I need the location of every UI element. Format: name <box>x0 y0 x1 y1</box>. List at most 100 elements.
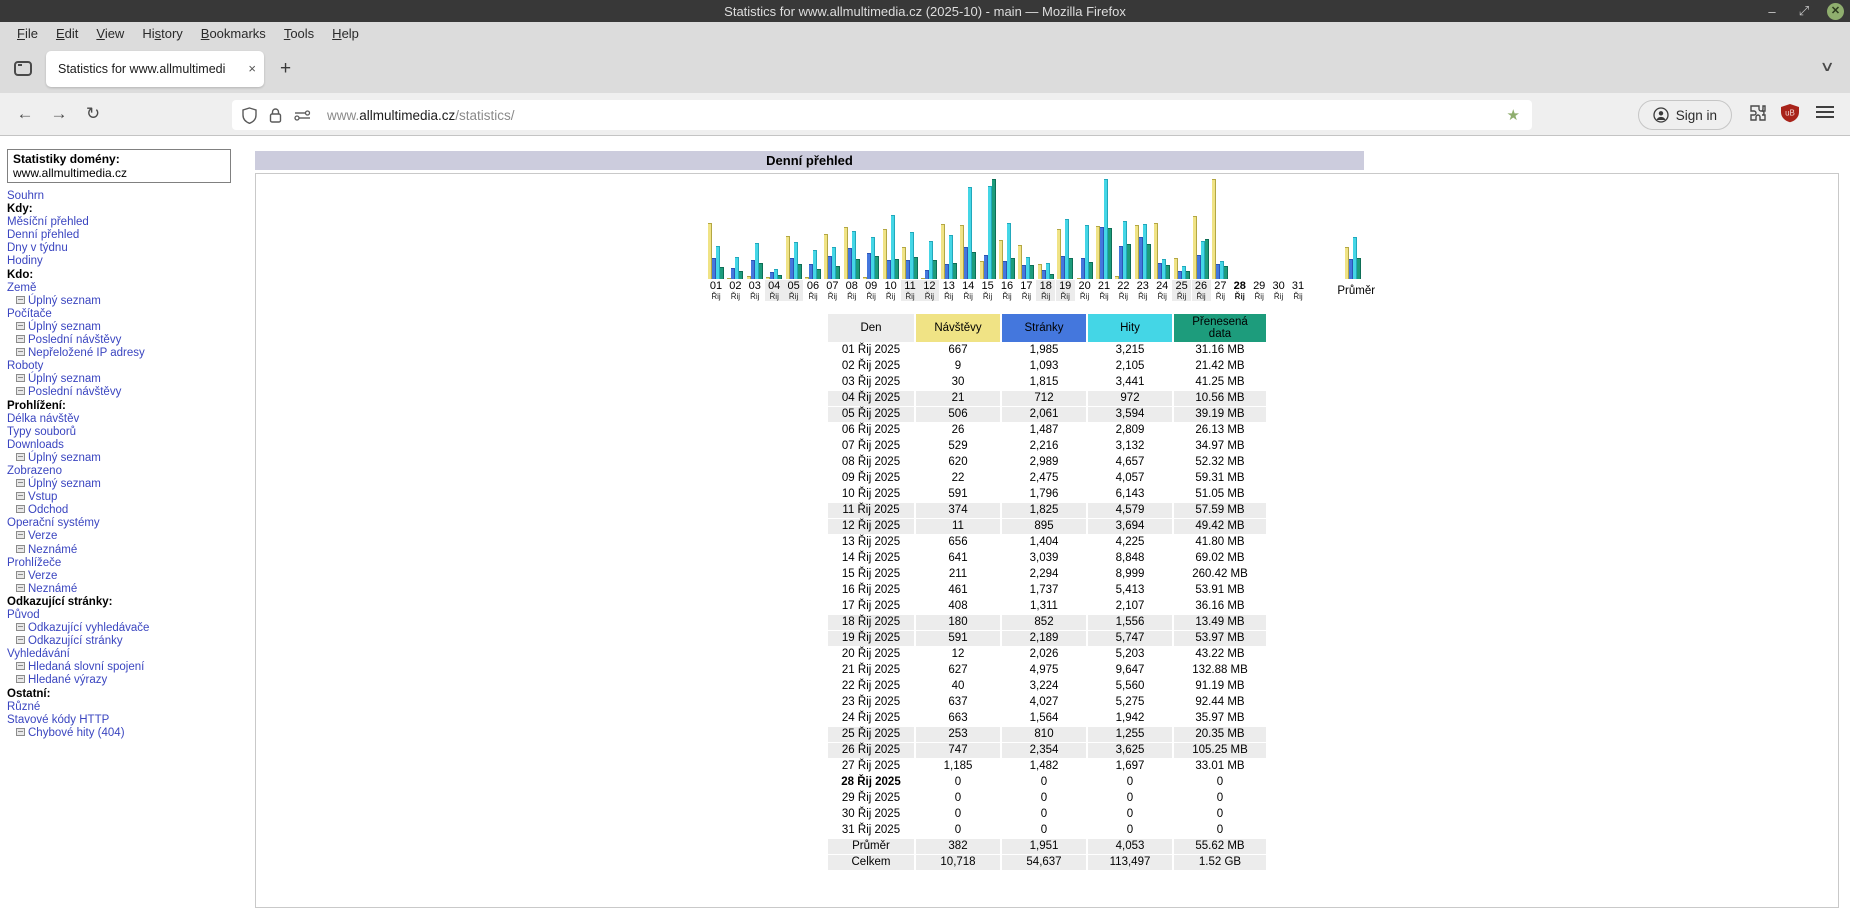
minimize-button[interactable]: – <box>1763 4 1781 19</box>
sidebar-link[interactable]: Verze <box>7 530 252 543</box>
sidebar-section-header: Prohlížení: <box>7 400 252 413</box>
sidebar-link[interactable]: Úplný seznam <box>7 295 252 308</box>
extensions-puzzle-icon[interactable] <box>1748 103 1768 123</box>
table-cell: 3,625 <box>1088 743 1172 758</box>
sidebar-link[interactable]: Úplný seznam <box>7 478 252 491</box>
sidebar-link[interactable]: Vstup <box>7 491 252 504</box>
sidebar-link[interactable]: Souhrn <box>7 190 252 203</box>
bar-group <box>727 177 744 279</box>
menu-history[interactable]: History <box>133 24 191 43</box>
table-cell: 211 <box>916 567 1000 582</box>
sidebar-link[interactable]: Typy souborů <box>7 426 252 439</box>
day-label: 26Řij <box>1192 280 1211 301</box>
lock-icon[interactable] <box>269 107 282 124</box>
table-cell: 69.02 MB <box>1174 551 1266 566</box>
table-cell: 19 Řij 2025 <box>828 631 914 646</box>
sidebar-link[interactable]: Nepřeložené IP adresy <box>7 347 252 360</box>
sidebar-link[interactable]: Země <box>7 282 252 295</box>
back-button[interactable]: ← <box>8 104 42 124</box>
sidebar-link[interactable]: Měsíční přehled <box>7 216 252 229</box>
reload-button[interactable]: ↻ <box>76 104 110 124</box>
sidebar-link[interactable]: Stavové kódy HTTP <box>7 714 252 727</box>
table-cell: 2,475 <box>1002 471 1086 486</box>
table-cell: 30 <box>916 375 1000 390</box>
sidebar-link[interactable]: Úplný seznam <box>7 452 252 465</box>
table-cell: 11 Řij 2025 <box>828 503 914 518</box>
sidebar-link[interactable]: Operační systémy <box>7 517 252 530</box>
sidebar-link[interactable]: Downloads <box>7 439 252 452</box>
sidebar-link[interactable]: Délka návštěv <box>7 413 252 426</box>
forward-button[interactable]: → <box>42 104 76 124</box>
list-icon <box>16 675 25 683</box>
table-cell: 1,985 <box>1002 343 1086 358</box>
url-bar[interactable]: www.allmultimedia.cz/statistics/ ★ <box>232 100 1532 130</box>
table-cell: 14 Řij 2025 <box>828 551 914 566</box>
sidebar-link[interactable]: Roboty <box>7 360 252 373</box>
sidebar-link[interactable]: Úplný seznam <box>7 373 252 386</box>
bar-p-enesen-data-mb- <box>759 263 763 279</box>
maximize-button[interactable]: ⤢ <box>1795 3 1813 19</box>
sidebar-link[interactable]: Původ <box>7 609 252 622</box>
sidebar-link[interactable]: Různé <box>7 701 252 714</box>
sidebar-link[interactable]: Verze <box>7 570 252 583</box>
sidebar-link[interactable]: Vyhledávání <box>7 648 252 661</box>
sidebar-link[interactable]: Odchod <box>7 504 252 517</box>
sidebar-link[interactable]: Odkazující vyhledávače <box>7 622 252 635</box>
sidebar-link[interactable]: Zobrazeno <box>7 465 252 478</box>
close-button[interactable]: ✕ <box>1827 3 1844 20</box>
active-tab[interactable]: Statistics for www.allmultimedi × <box>46 51 264 87</box>
table-cell: 382 <box>916 839 1000 854</box>
chart-labels-area: 01Řij02Řij03Řij04Řij05Řij06Řij07Řij08Řij… <box>708 280 1408 305</box>
tab-title: Statistics for www.allmultimedi <box>58 62 242 76</box>
sidebar-link[interactable]: Poslední návštěvy <box>7 334 252 347</box>
app-menu-button[interactable] <box>1816 103 1834 121</box>
menu-view[interactable]: View <box>87 24 133 43</box>
sidebar-link[interactable]: Dny v týdnu <box>7 242 252 255</box>
sidebar-link[interactable]: Chybové hity (404) <box>7 727 252 740</box>
sign-in-button[interactable]: Sign in <box>1638 100 1732 130</box>
table-cell: 43.22 MB <box>1174 647 1266 662</box>
table-cell: 92.44 MB <box>1174 695 1266 710</box>
menu-edit[interactable]: Edit <box>47 24 87 43</box>
sidebar-link[interactable]: Neznámé <box>7 544 252 557</box>
table-cell: 03 Řij 2025 <box>828 375 914 390</box>
bar-p-enesen-data-mb- <box>856 259 860 279</box>
list-all-tabs-icon[interactable]: ∨ <box>1819 58 1834 75</box>
menu-help[interactable]: Help <box>323 24 368 43</box>
new-tab-button[interactable]: + <box>280 58 291 80</box>
sidebar-section-header: Ostatní: <box>7 688 252 701</box>
sidebar-link[interactable]: Odkazující stránky <box>7 635 252 648</box>
table-cell: 810 <box>1002 727 1086 742</box>
sidebar-link[interactable]: Hledaná slovní spojení <box>7 661 252 674</box>
sidebar-link[interactable]: Úplný seznam <box>7 321 252 334</box>
tracking-shield-icon[interactable] <box>242 107 257 124</box>
bar-group <box>824 177 841 279</box>
sidebar-link[interactable]: Hledané výrazy <box>7 674 252 687</box>
bookmark-star-icon[interactable]: ★ <box>1507 106 1520 124</box>
sidebar-link[interactable]: Poslední návštěvy <box>7 386 252 399</box>
menu-file[interactable]: File <box>8 24 47 43</box>
table-cell: 04 Řij 2025 <box>828 391 914 406</box>
ublock-origin-icon[interactable]: uB <box>1780 103 1800 123</box>
domain-name: www.allmultimedia.cz <box>13 166 225 180</box>
permissions-icon[interactable] <box>294 107 311 124</box>
sidebar-link[interactable]: Prohlížeče <box>7 557 252 570</box>
sidebar-link[interactable]: Počítače <box>7 308 252 321</box>
bar-p-enesen-data-mb- <box>933 260 937 279</box>
sidebar-link[interactable]: Neznámé <box>7 583 252 596</box>
table-cell: 3,215 <box>1088 343 1172 358</box>
bar-group <box>980 177 997 279</box>
table-cell: 0 <box>1174 823 1266 838</box>
daily-report-panel: 01Řij02Řij03Řij04Řij05Řij06Řij07Řij08Řij… <box>255 173 1839 908</box>
bar-group <box>1251 177 1268 279</box>
menu-tools[interactable]: Tools <box>275 24 323 43</box>
sidebar-link[interactable]: Hodiny <box>7 255 252 268</box>
day-label: 04Řij <box>765 280 784 301</box>
bar-group <box>1271 177 1288 279</box>
table-cell: 4,225 <box>1088 535 1172 550</box>
menu-bookmarks[interactable]: Bookmarks <box>192 24 275 43</box>
bar-group <box>1057 177 1074 279</box>
tab-close-icon[interactable]: × <box>248 61 256 76</box>
firefox-view-icon[interactable] <box>14 61 32 76</box>
sidebar-link[interactable]: Denní přehled <box>7 229 252 242</box>
